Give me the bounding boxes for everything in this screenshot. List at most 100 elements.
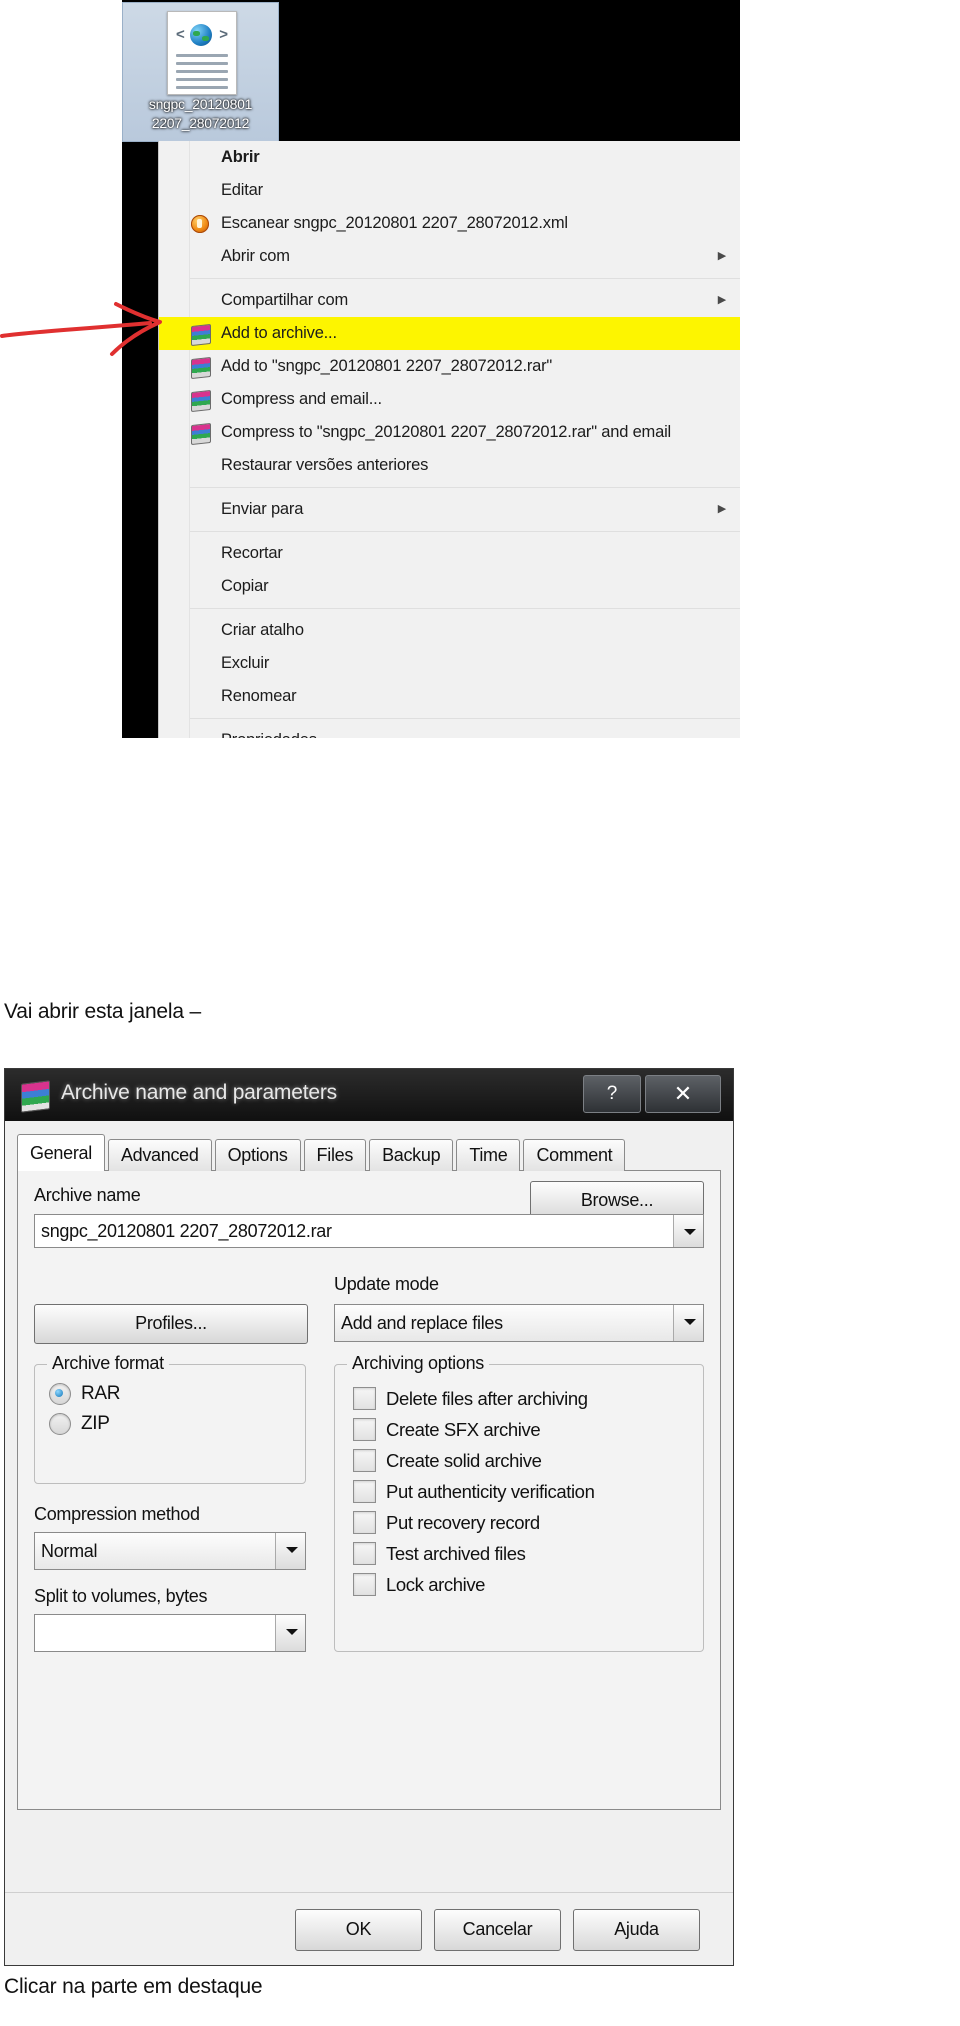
context-menu-item-label: Compress and email...: [221, 390, 382, 408]
context-menu-item[interactable]: Recortar: [159, 537, 740, 570]
context-menu-item[interactable]: Enviar para ▶: [159, 493, 740, 526]
caption-top: Vai abrir esta janela –: [4, 1000, 201, 1023]
checkbox-icon: [353, 1542, 376, 1565]
context-menu-item-label: Compress to "sngpc_20120801 2207_2807201…: [221, 423, 672, 441]
archive-name-input[interactable]: sngpc_20120801 2207_28072012.rar: [34, 1214, 704, 1248]
checkbox-icon: [353, 1511, 376, 1534]
context-menu-item-label: Excluir: [221, 654, 270, 672]
tab-comment[interactable]: Comment: [523, 1139, 626, 1171]
winrar-icon: [191, 422, 211, 446]
chevron-right-icon: ▶: [717, 294, 726, 306]
checkbox-icon: [353, 1449, 376, 1472]
chevron-down-icon[interactable]: [673, 1305, 703, 1341]
context-menu-item-label: Abrir: [221, 148, 260, 166]
context-menu-item-label: Abrir com: [221, 247, 290, 265]
context-menu-item[interactable]: Renomear: [159, 680, 740, 713]
archiving-option-checkbox[interactable]: Lock archive: [353, 1573, 703, 1596]
archiving-option-checkbox[interactable]: Create SFX archive: [353, 1418, 703, 1441]
tab-backup[interactable]: Backup: [369, 1139, 454, 1171]
globe-icon: [190, 24, 212, 46]
split-volumes-input[interactable]: [34, 1614, 306, 1652]
archiving-option-checkbox[interactable]: Delete files after archiving: [353, 1387, 703, 1410]
options-columns: Archive format RAR ZIP Compression method…: [34, 1353, 704, 1694]
compression-method-select[interactable]: Normal: [34, 1532, 306, 1570]
winrar-icon: [191, 389, 211, 413]
cancel-button[interactable]: Cancelar: [434, 1909, 561, 1951]
general-tab-panel: Archive name Browse... sngpc_20120801 22…: [17, 1170, 721, 1810]
ok-button[interactable]: OK: [295, 1909, 422, 1951]
menu-separator: [189, 718, 740, 719]
context-menu-item[interactable]: Propriedades: [159, 724, 740, 738]
avast-scan-icon: [191, 215, 209, 233]
tab-general[interactable]: General: [17, 1134, 105, 1171]
context-menu-item[interactable]: Compress and email...: [159, 383, 740, 416]
checkbox-icon: [353, 1480, 376, 1503]
context-menu-item-label: Renomear: [221, 687, 297, 705]
archiving-option-label: Lock archive: [386, 1573, 486, 1595]
context-menu-item[interactable]: Compress to "sngpc_20120801 2207_2807201…: [159, 416, 740, 449]
chevron-right-icon: ▶: [717, 250, 726, 262]
context-menu-item-label: Editar: [221, 181, 263, 199]
context-menu-item-label: Compartilhar com: [221, 291, 349, 309]
chevron-down-icon[interactable]: [275, 1533, 305, 1569]
document-lines-icon: [176, 54, 228, 94]
context-menu-item[interactable]: Add to archive...: [159, 317, 740, 350]
context-menu-item[interactable]: Add to "sngpc_20120801 2207_28072012.rar…: [159, 350, 740, 383]
context-menu-item-label: Enviar para: [221, 500, 304, 518]
archive-name-row: Archive name Browse...: [34, 1181, 704, 1221]
context-menu-item-label: Escanear sngpc_20120801 2207_28072012.xm…: [221, 214, 568, 232]
split-volumes-label: Split to volumes, bytes: [34, 1586, 208, 1606]
context-menu-item[interactable]: Compartilhar com ▶: [159, 284, 740, 317]
archiving-option-checkbox[interactable]: Put recovery record: [353, 1511, 703, 1534]
caption-bottom: Clicar na parte em destaque: [4, 1975, 263, 1998]
compression-method-value: Normal: [41, 1541, 98, 1561]
compression-method-label: Compression method: [34, 1504, 200, 1524]
profiles-button[interactable]: Profiles...: [34, 1304, 308, 1344]
context-menu[interactable]: Abrir Editar Escanear sngpc_20120801 2207_…: [158, 141, 740, 738]
tab-files[interactable]: Files: [303, 1139, 367, 1171]
archiving-option-label: Create SFX archive: [386, 1418, 541, 1440]
desktop-background: < > sngpc_20120801 2207_28072012 Abrir Ed…: [122, 0, 740, 738]
desktop-file-label: sngpc_20120801 2207_28072012: [148, 96, 253, 131]
tab-time[interactable]: Time: [456, 1139, 521, 1171]
archive-format-radio-zip[interactable]: ZIP: [49, 1413, 305, 1435]
archive-parameters-dialog: Archive name and parameters ? ✕ General A…: [4, 1068, 734, 1966]
archiving-option-label: Create solid archive: [386, 1449, 542, 1471]
context-menu-item[interactable]: Criar atalho: [159, 614, 740, 647]
context-menu-item[interactable]: Abrir: [159, 141, 740, 174]
context-menu-item[interactable]: Copiar: [159, 570, 740, 603]
tab-options[interactable]: Options: [214, 1139, 301, 1171]
archiving-option-checkbox[interactable]: Test archived files: [353, 1542, 703, 1565]
archiving-option-checkbox[interactable]: Put authenticity verification: [353, 1480, 703, 1503]
checkbox-icon: [353, 1387, 376, 1410]
context-menu-item[interactable]: Excluir: [159, 647, 740, 680]
dialog-footer: OK Cancelar Ajuda: [5, 1892, 733, 1965]
radio-label: ZIP: [81, 1413, 110, 1434]
profiles-update-row: Profiles... Update mode Add and replace …: [34, 1274, 704, 1350]
context-menu-item-label: Recortar: [221, 544, 283, 562]
archive-format-radio-rar[interactable]: RAR: [49, 1383, 305, 1405]
chevron-down-icon[interactable]: [275, 1615, 305, 1651]
help-titlebar-button[interactable]: ?: [583, 1075, 641, 1113]
xml-file-icon: < >: [167, 11, 237, 95]
archiving-option-label: Put recovery record: [386, 1511, 540, 1533]
context-menu-item[interactable]: Restaurar versões anteriores: [159, 449, 740, 482]
archive-format-fieldset: Archive format RAR ZIP: [34, 1353, 306, 1484]
dialog-tabs[interactable]: General Advanced Options Files Backup Time Com…: [17, 1134, 721, 1171]
help-button[interactable]: Ajuda: [573, 1909, 700, 1951]
tab-advanced[interactable]: Advanced: [107, 1139, 212, 1171]
close-icon[interactable]: ✕: [645, 1075, 721, 1113]
checkbox-icon: [353, 1573, 376, 1596]
desktop-file-icon[interactable]: < > sngpc_20120801 2207_28072012: [122, 2, 279, 142]
context-menu-item[interactable]: Editar: [159, 174, 740, 207]
angle-bracket-right-icon: >: [219, 26, 228, 43]
dialog-titlebar: Archive name and parameters ? ✕: [5, 1069, 733, 1121]
context-menu-item[interactable]: Escanear sngpc_20120801 2207_28072012.xm…: [159, 207, 740, 240]
dialog-body: General Advanced Options Files Backup Time Com…: [5, 1121, 733, 1965]
archiving-options-legend: Archiving options: [347, 1353, 489, 1374]
update-mode-select[interactable]: Add and replace files: [334, 1304, 704, 1342]
archiving-options-fieldset: Archiving options Delete files after arc…: [334, 1353, 704, 1652]
chevron-down-icon[interactable]: [673, 1215, 703, 1247]
context-menu-item[interactable]: Abrir com ▶: [159, 240, 740, 273]
archiving-option-checkbox[interactable]: Create solid archive: [353, 1449, 703, 1472]
